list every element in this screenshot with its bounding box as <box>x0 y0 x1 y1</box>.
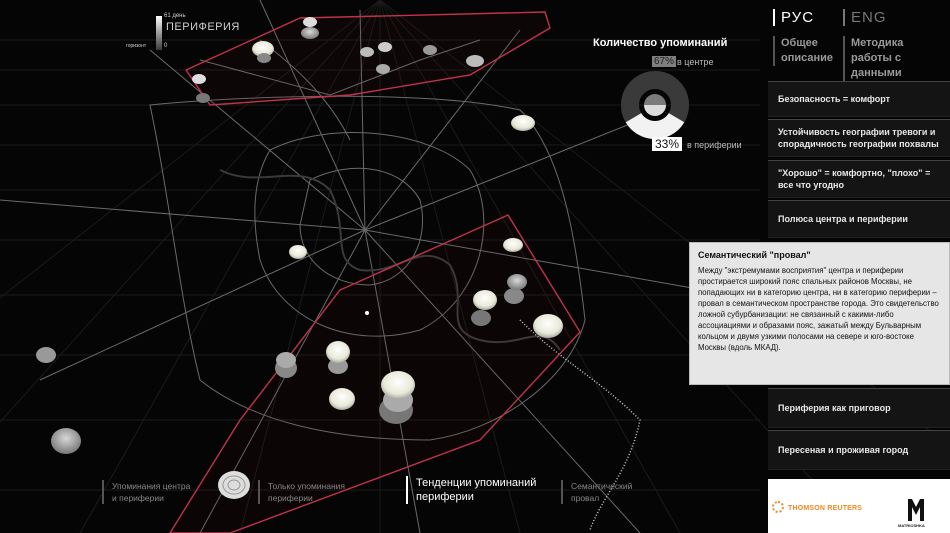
legend-semantic-label: Семантический провал <box>571 481 633 503</box>
disc <box>257 53 271 63</box>
disc <box>326 341 350 374</box>
legend-only-periphery-label: Только упоминания периферии <box>268 481 345 503</box>
menu-item-safety[interactable]: Безопасность = комфорт <box>768 81 950 117</box>
disc <box>423 45 437 55</box>
legend-trends-label: Тенденции упоминаний периферии <box>416 477 537 503</box>
legend-only-periphery[interactable]: Только упоминания периферии <box>258 480 345 504</box>
map-point <box>365 311 369 315</box>
disc <box>275 352 297 378</box>
disc <box>379 371 415 424</box>
legend-trends[interactable]: Тенденции упоминаний периферии <box>406 476 536 504</box>
disc <box>196 93 210 103</box>
semantic-gap-text: Между "экстремумами восприятия" центра и… <box>698 266 939 352</box>
legend-both-mentions[interactable]: Упоминания центра и периферии <box>102 480 190 504</box>
disc <box>533 314 563 338</box>
disc <box>466 55 484 67</box>
menu-item-poles[interactable]: Полюса центра и периферии <box>768 200 950 238</box>
legend-zero: 0 <box>164 43 168 49</box>
overview-link[interactable]: Общее описание <box>773 36 833 66</box>
center-label: в центре <box>677 57 714 67</box>
matrioshka-logo-text: MATRIOSHKA <box>898 523 925 528</box>
partner-logos: THOMSON REUTERS MATRIOSHKA <box>768 479 950 533</box>
method-link[interactable]: Методика работы с данными <box>843 36 950 81</box>
donut-hub-lower <box>644 105 666 116</box>
matrioshka-logo-icon <box>908 499 924 521</box>
mentions-donut-chart <box>621 71 689 139</box>
disc <box>289 245 307 259</box>
disc <box>360 47 374 57</box>
semantic-gap-heading: Семантический "провал" <box>698 250 811 260</box>
method-label: Методика работы с данными <box>851 37 904 79</box>
legend-title: ПЕРИФЕРИЯ <box>166 21 240 33</box>
center-percent: 67% <box>652 56 677 67</box>
disc <box>36 347 56 363</box>
periphery-percent: 33% <box>652 137 683 151</box>
menu-item-periphery-verdict[interactable]: Периферия как приговор <box>768 388 950 428</box>
menu-item-crossed-city[interactable]: Пересеная и проживая город <box>768 430 950 470</box>
gradient-bar <box>156 16 162 50</box>
menu-item-good-bad[interactable]: "Хорошо" = комфортно, "плохо" = все что … <box>768 160 950 198</box>
disc <box>503 238 523 252</box>
disc <box>511 115 535 131</box>
legend-axis-label: горизонт <box>126 43 147 49</box>
disc <box>329 388 355 410</box>
height-legend: 61 день ПЕРИФЕРИЯ 0 горизонт <box>126 12 239 52</box>
thomson-reuters-logo: THOMSON REUTERS <box>788 505 863 512</box>
menu-item-stability[interactable]: Устойчивость географии тревоги и споради… <box>768 119 950 157</box>
disc <box>376 64 390 74</box>
lang-en-button[interactable]: ENG <box>843 9 887 26</box>
stacked-discs-icon <box>218 471 250 499</box>
disc <box>51 428 81 454</box>
donut-title: Количество упоминаний <box>593 37 728 49</box>
periphery-label: в периферии <box>687 140 742 150</box>
lang-ru-button[interactable]: РУС <box>773 9 814 26</box>
legend-semantic-gap[interactable]: Семантический провал <box>561 480 632 504</box>
legend-max: 61 день <box>164 13 186 19</box>
overview-label: Общее описание <box>781 37 834 64</box>
legend-both-label: Упоминания центра и периферии <box>112 481 191 503</box>
thomson-reuters-logo-icon <box>772 501 784 513</box>
semantic-gap-panel[interactable]: Семантический "провал" Между "экстремума… <box>689 242 950 385</box>
disc <box>192 74 206 84</box>
disc <box>378 42 392 52</box>
